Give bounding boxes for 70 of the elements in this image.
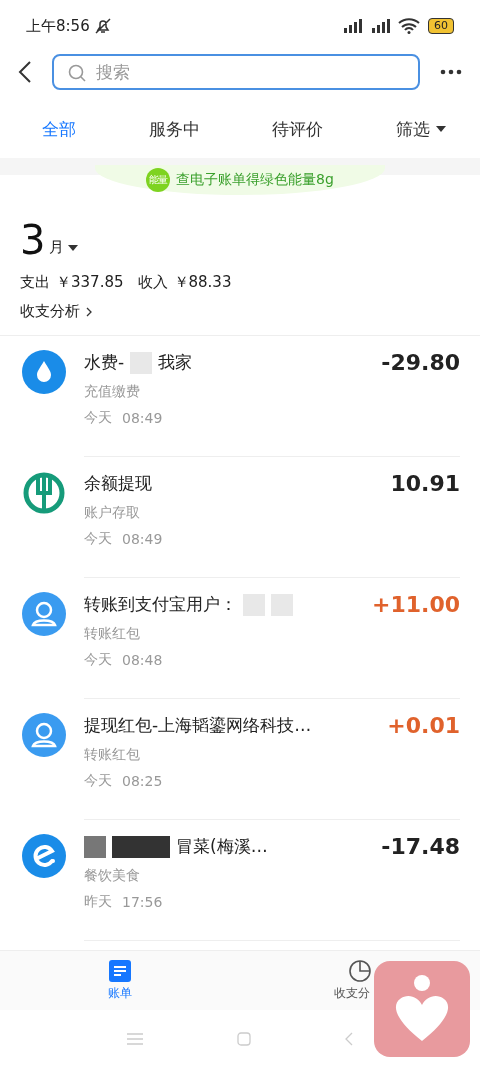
transaction-time: 08:25	[122, 773, 163, 789]
bottom-tab[interactable]: 收支分	[240, 951, 480, 1010]
menu-icon[interactable]	[127, 1032, 143, 1045]
user-avatar-icon	[22, 592, 66, 636]
transaction-title: 我家	[158, 351, 193, 374]
transaction-category: 餐饮美食	[84, 867, 141, 885]
transaction-category: 转账红包	[84, 625, 141, 643]
transaction-title: 余额提现	[84, 472, 152, 495]
redaction-block	[112, 835, 170, 858]
energy-badge: 能量	[146, 168, 171, 192]
transaction-title: 提现红包-上海韬鎏网络科技…	[84, 714, 312, 737]
transaction-time: 08:49	[122, 410, 163, 426]
transaction-day: 今天	[84, 530, 112, 548]
transaction-time: 17:56	[122, 894, 163, 910]
home-icon[interactable]	[237, 1031, 251, 1046]
transaction-amount: -29.80	[381, 350, 460, 375]
transaction-amount: +0.01	[387, 713, 460, 738]
expense-total: ￥337.85	[56, 273, 124, 292]
signal-icon	[342, 18, 362, 34]
bank-logo-icon	[22, 471, 66, 515]
redaction-block	[84, 835, 106, 858]
expense-label: 支出	[20, 273, 50, 292]
transaction-category: 转账红包	[84, 746, 141, 764]
chevron-icon	[86, 306, 92, 317]
transaction-time: 08:49	[122, 531, 163, 547]
filter-tab[interactable]: 筛选	[395, 117, 446, 141]
e-logo-icon	[22, 834, 66, 878]
filter-tab[interactable]: 服务中	[148, 117, 200, 141]
pie-chart-icon	[349, 959, 371, 982]
caret-icon	[435, 126, 446, 132]
bottom-tab[interactable]: 账单	[0, 951, 240, 1010]
transaction-day: 今天	[84, 409, 112, 427]
transaction-row[interactable]: 转账到支付宝用户： +11.00 转账红包 今天 08:48	[0, 578, 480, 699]
transaction-row[interactable]: 提现红包-上海韬鎏网络科技… +0.01 转账红包 今天 08:25	[0, 699, 480, 820]
transaction-amount: +11.00	[371, 592, 460, 617]
transaction-title: 冒菜(梅溪…	[176, 835, 268, 858]
caret-icon[interactable]	[68, 244, 79, 251]
signal-icon	[370, 18, 390, 34]
filter-tab[interactable]: 待评价	[272, 117, 324, 141]
bell-off-icon	[93, 17, 112, 35]
more-icon[interactable]	[440, 69, 462, 75]
transaction-day: 今天	[84, 772, 112, 790]
transaction-row[interactable]: 余额提现 10.91 账户存取 今天 08:49	[0, 457, 480, 578]
month-unit: 月	[49, 238, 65, 257]
analysis-link[interactable]: 收支分析	[20, 302, 80, 321]
income-label: 收入	[137, 273, 168, 292]
filter-tab[interactable]: 全部	[42, 117, 76, 141]
transaction-day: 昨天	[84, 893, 112, 911]
transaction-title: 水费-	[84, 351, 125, 374]
water-drop-icon	[22, 350, 66, 394]
transaction-title: 转账到支付宝用户：	[84, 593, 237, 616]
transaction-category: 账户存取	[84, 504, 141, 522]
user-avatar-icon	[22, 713, 66, 757]
transaction-row[interactable]: 水费- 我家 -29.80 充值缴费 今天 08:49	[0, 336, 480, 457]
transaction-row[interactable]: 冒菜(梅溪… -17.48 餐饮美食 昨天 17:56	[0, 820, 480, 941]
transaction-time: 08:48	[122, 652, 163, 668]
search-field[interactable]: 搜索	[52, 54, 420, 90]
floating-heart-button[interactable]	[374, 961, 470, 1057]
status-time: 上午8:56	[26, 16, 90, 36]
transaction-day: 今天	[84, 651, 112, 669]
back-icon[interactable]	[18, 60, 32, 84]
battery-indicator: 60	[428, 18, 454, 34]
transaction-amount: 10.91	[390, 471, 460, 496]
income-total: ￥88.33	[173, 273, 232, 292]
list-icon	[109, 959, 131, 982]
month-number: 3	[20, 217, 46, 263]
search-icon	[68, 64, 86, 82]
wifi-icon	[398, 18, 420, 34]
transaction-amount: -17.48	[381, 834, 460, 859]
transaction-category: 充值缴费	[84, 383, 141, 401]
